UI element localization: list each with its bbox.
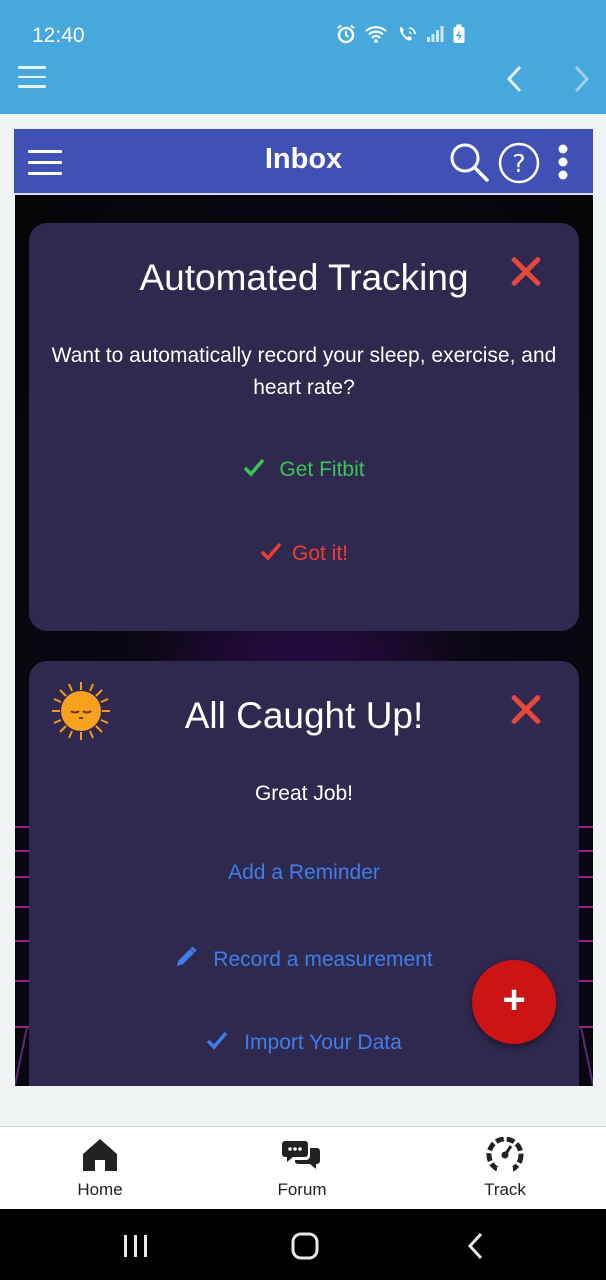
got-it-button[interactable]: Got it! (29, 541, 579, 567)
system-navigation-bar (0, 1209, 606, 1280)
card-title: Automated Tracking (139, 257, 469, 298)
action-label: Got it! (291, 542, 349, 565)
tab-label: Track (484, 1180, 526, 1199)
check-icon (206, 1030, 228, 1056)
status-icons (336, 24, 466, 49)
plus-icon: + (502, 978, 526, 1022)
tab-label: Forum (277, 1180, 327, 1199)
add-reminder-button[interactable]: Add a Reminder (29, 861, 579, 885)
card-message: Want to automatically record your sleep,… (51, 344, 557, 399)
action-label: Get Fitbit (279, 458, 365, 481)
help-icon[interactable]: ? (498, 142, 540, 184)
back-icon[interactable] (464, 1231, 488, 1266)
action-label: Import Your Data (244, 1031, 402, 1054)
chat-bubbles-icon (282, 1141, 322, 1177)
tab-forum[interactable]: Forum (237, 1137, 367, 1200)
home-icon (80, 1139, 120, 1177)
automated-tracking-card: Automated Tracking Want to automatically… (29, 223, 579, 631)
wifi-icon (364, 24, 388, 49)
browser-toolbar: 12:40 (0, 0, 606, 114)
battery-charging-icon (452, 24, 466, 49)
check-icon (260, 541, 282, 567)
app-header: Inbox ? (14, 129, 593, 195)
browser-menu-icon[interactable] (18, 66, 48, 92)
wifi-call-icon (396, 24, 418, 49)
close-icon[interactable] (509, 255, 543, 289)
inbox-content[interactable]: Automated Tracking Want to automatically… (15, 195, 593, 1086)
card-message: Great Job! (254, 782, 354, 805)
pencil-icon (175, 946, 197, 974)
search-icon[interactable] (448, 141, 490, 183)
action-label: Record a measurement (213, 948, 433, 971)
signal-icon (426, 25, 444, 48)
close-icon[interactable] (509, 693, 543, 727)
more-vert-icon[interactable] (557, 144, 569, 180)
check-icon (243, 457, 265, 483)
get-fitbit-button[interactable]: Get Fitbit (29, 457, 579, 483)
bottom-navigation: Home Forum Track (0, 1126, 606, 1210)
tab-label: Home (77, 1180, 123, 1199)
recent-apps-icon[interactable] (122, 1233, 150, 1264)
action-label: Add a Reminder (228, 861, 380, 884)
tab-track[interactable]: Track (440, 1136, 570, 1200)
status-time: 12:40 (32, 24, 85, 47)
back-arrow-icon[interactable] (500, 62, 530, 96)
forward-arrow-icon[interactable] (566, 62, 596, 96)
tab-home[interactable]: Home (35, 1137, 165, 1200)
gauge-icon (485, 1136, 525, 1177)
card-title: All Caught Up! (184, 695, 424, 736)
add-fab-button[interactable]: + (472, 960, 556, 1044)
home-button-icon[interactable] (290, 1231, 320, 1266)
svg-text:?: ? (512, 149, 525, 178)
alarm-icon (336, 24, 356, 49)
